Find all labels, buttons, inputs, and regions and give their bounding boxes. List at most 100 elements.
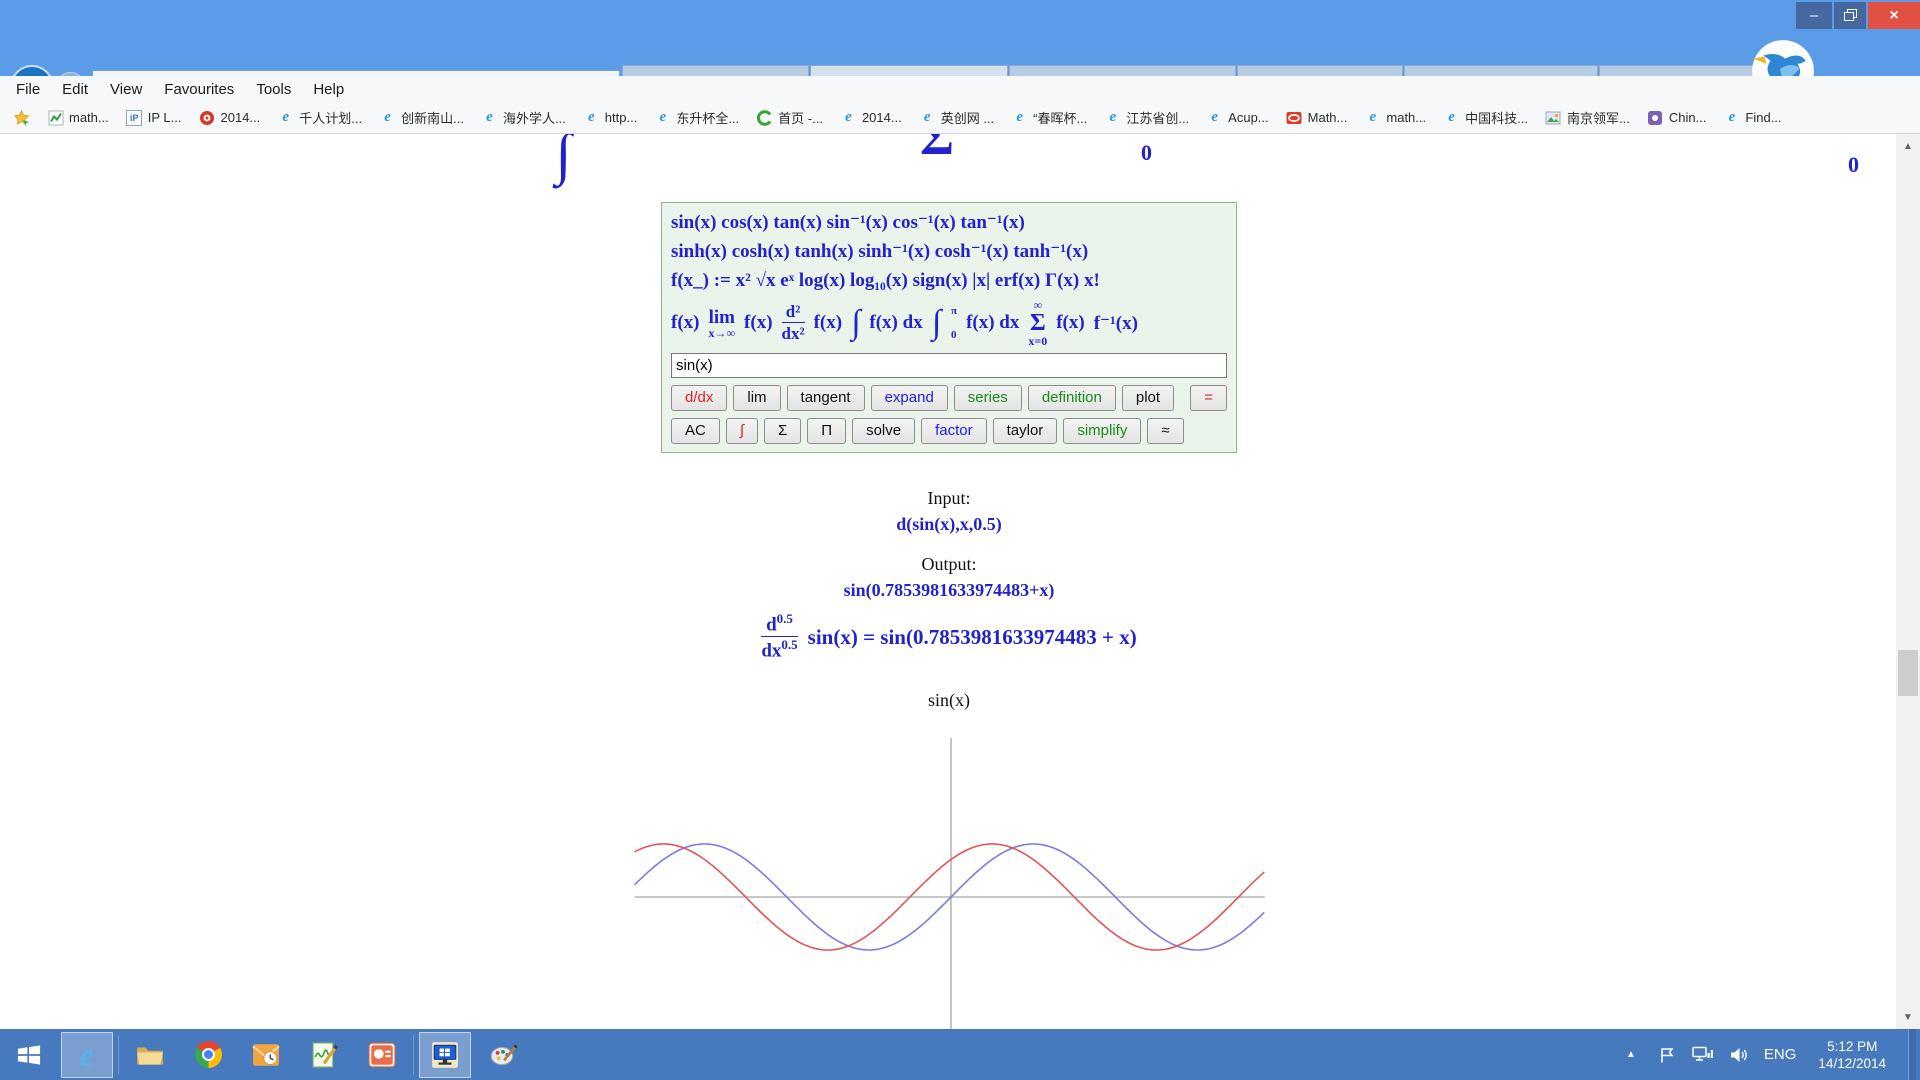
- favorite-江苏省创-[interactable]: e 江苏省创...: [1099, 106, 1194, 129]
- clock-date: 14/12/2014: [1818, 1055, 1886, 1072]
- taskbar-file-explorer[interactable]: [124, 1032, 176, 1078]
- ie-icon: e: [1364, 109, 1381, 126]
- calc-button-definition[interactable]: definition: [1028, 385, 1116, 411]
- menu-item-file[interactable]: File: [16, 81, 40, 98]
- network-icon[interactable]: [1692, 1045, 1714, 1065]
- calc-button-plot[interactable]: plot: [1122, 385, 1174, 411]
- ie-icon: e: [277, 109, 294, 126]
- favorite-chin-[interactable]: Chin...: [1642, 107, 1712, 128]
- window-restore-button[interactable]: [1834, 2, 1866, 29]
- favorite--春晖杯-[interactable]: e“春晖杯...: [1006, 106, 1092, 129]
- favorite-创新南山-[interactable]: e 创新南山...: [374, 106, 469, 129]
- trig-functions-line: sin(x) cos(x) tan(x) sin⁻¹(x) cos⁻¹(x) t…: [671, 208, 1227, 237]
- favorite-首页-[interactable]: 首页 -...: [751, 106, 828, 129]
- language-indicator[interactable]: ENG: [1764, 1046, 1797, 1063]
- taskbar-paint[interactable]: [477, 1032, 529, 1078]
- calc-button-=[interactable]: =: [1190, 385, 1227, 411]
- powerpoint-icon: [368, 1041, 396, 1069]
- favorite-label: math...: [1386, 110, 1426, 125]
- favorite-label: 中国科技...: [1465, 108, 1528, 127]
- vertical-scrollbar[interactable]: ▲ ▼: [1896, 134, 1920, 1029]
- calc-button-∫[interactable]: ∫: [726, 418, 758, 444]
- ie-icon: e: [583, 109, 600, 126]
- favorites-bar-star[interactable]: [8, 107, 35, 128]
- action-center-flag-icon[interactable]: [1656, 1045, 1678, 1065]
- menu-item-view[interactable]: View: [110, 81, 142, 98]
- favorite-math-[interactable]: e math...: [1359, 107, 1431, 128]
- volume-icon[interactable]: [1728, 1045, 1750, 1065]
- screen: – × e http://mathhandbook.com/ ▾ edrhuan…: [0, 0, 1920, 1080]
- sina-icon: [198, 109, 215, 126]
- favorite-英创网-[interactable]: e英创网 ...: [914, 106, 999, 129]
- calc-button-series[interactable]: series: [954, 385, 1022, 411]
- taskbar-notepad[interactable]: [298, 1032, 350, 1078]
- favorite-ip-l-[interactable]: iPIP L...: [121, 107, 187, 128]
- favorite-label: 2014...: [862, 110, 902, 125]
- favorite-acup-[interactable]: eAcup...: [1201, 107, 1273, 128]
- favorite-东升杯全-[interactable]: e东升杯全...: [649, 106, 744, 129]
- scroll-thumb[interactable]: [1898, 650, 1918, 696]
- favorite-2014-[interactable]: 2014...: [193, 107, 265, 128]
- taskbar-remote-desktop[interactable]: [419, 1032, 471, 1078]
- menu-item-help[interactable]: Help: [313, 81, 344, 98]
- menu-item-edit[interactable]: Edit: [62, 81, 88, 98]
- menu-item-tools[interactable]: Tools: [256, 81, 291, 98]
- favorite-find-[interactable]: eFind...: [1718, 107, 1786, 128]
- calc-button-expand[interactable]: expand: [871, 385, 948, 411]
- favorite-2014-[interactable]: e 2014...: [835, 107, 907, 128]
- window-close-button[interactable]: ×: [1868, 2, 1920, 29]
- calc-button-solve[interactable]: solve: [852, 418, 915, 444]
- taskbar-apps: e: [0, 1032, 532, 1078]
- button-row-1: d/dxlim tangentexpandseriesdefinitionplot…: [671, 385, 1227, 411]
- menu-item-favourites[interactable]: Favourites: [164, 81, 234, 98]
- calc-button-simplify[interactable]: simplify: [1063, 418, 1141, 444]
- favorite-http-[interactable]: ehttp...: [578, 107, 643, 128]
- calc-button-taylor[interactable]: taylor: [993, 418, 1058, 444]
- favorite-千人计划-[interactable]: e千人计划...: [272, 106, 367, 129]
- taskbar-powerpoint[interactable]: [356, 1032, 408, 1078]
- misc-functions-line: f(x_) := x² √x eˣ log(x) log₁₀(x) sign(x…: [671, 266, 1227, 295]
- ie-big-icon: e: [80, 1040, 94, 1070]
- favorite-math-[interactable]: math...: [42, 107, 114, 128]
- calc-button-d/dx[interactable]: d/dx: [671, 385, 727, 411]
- scroll-down-arrow[interactable]: ▼: [1896, 1005, 1920, 1029]
- calc-button-π[interactable]: Π: [807, 418, 846, 444]
- favorite-label: math...: [69, 110, 109, 125]
- favbar-star-icon: [13, 109, 30, 126]
- favorites-bar: math...iPIP L...2014...e千人计划...e创新南山...e…: [0, 102, 1920, 134]
- c-green-icon: [756, 109, 773, 126]
- ie-icon: e: [1011, 109, 1028, 126]
- expression-input[interactable]: [671, 353, 1227, 378]
- calc-button-ac[interactable]: AC: [671, 418, 720, 444]
- calc-button-≈[interactable]: ≈: [1147, 418, 1183, 444]
- calc-button-lim[interactable]: lim: [733, 385, 780, 411]
- favorite-math-[interactable]: Math...: [1281, 107, 1353, 128]
- taskbar-outlook[interactable]: [240, 1032, 292, 1078]
- favorite-label: 江苏省创...: [1126, 108, 1189, 127]
- scrolled-integral-fragment: ∫ 0: [555, 134, 571, 187]
- calc-button-tangent[interactable]: tangent: [787, 385, 865, 411]
- taskbar-separator: [118, 1035, 119, 1075]
- restore-icon: [1844, 9, 1857, 22]
- favorite-label: Acup...: [1228, 110, 1268, 125]
- window-minimize-button[interactable]: –: [1796, 2, 1832, 29]
- ie-icon: e: [840, 109, 857, 126]
- definite-integral-icon: ∫: [932, 308, 941, 339]
- taskbar-start[interactable]: [3, 1032, 55, 1078]
- calc-button-factor[interactable]: factor: [921, 418, 987, 444]
- tray-expand-icon[interactable]: ▲: [1620, 1045, 1642, 1065]
- favorite-中国科技-[interactable]: e中国科技...: [1438, 106, 1533, 129]
- ie-icon: e: [1104, 109, 1121, 126]
- favorite-海外学人-[interactable]: e海外学人...: [476, 106, 571, 129]
- ip-icon: iP: [126, 109, 143, 126]
- show-desktop-button[interactable]: [1908, 1029, 1916, 1080]
- calc-button-σ[interactable]: Σ: [764, 418, 801, 444]
- taskbar-chrome[interactable]: [182, 1032, 234, 1078]
- favorite-label: 创新南山...: [401, 108, 464, 127]
- taskbar-internet-explorer[interactable]: e: [61, 1032, 113, 1078]
- fractional-derivative-formula: d0.5 dx0.5 sin(x) = sin(0.78539816339744…: [611, 612, 1287, 662]
- scroll-up-arrow[interactable]: ▲: [1896, 134, 1920, 158]
- ie-icon: e: [379, 109, 396, 126]
- favorite-南京领军-[interactable]: 南京领军...: [1540, 106, 1635, 129]
- clock[interactable]: 5:12 PM 14/12/2014: [1810, 1038, 1894, 1072]
